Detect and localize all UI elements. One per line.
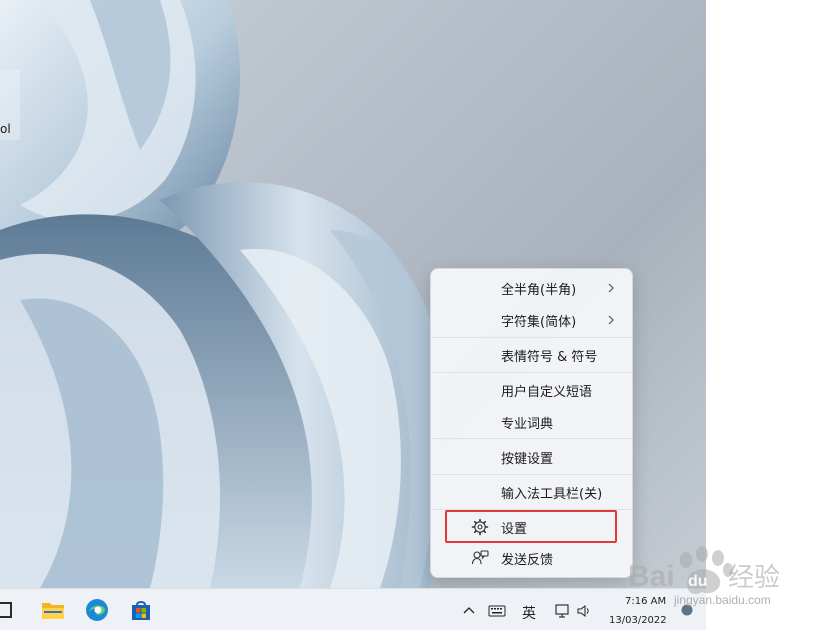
- menu-item-label: 用户自定义短语: [501, 384, 593, 400]
- menu-item-fullwidth[interactable]: 全半角(半角): [431, 273, 632, 303]
- task-view-icon[interactable]: [0, 599, 16, 621]
- menu-item-key-settings[interactable]: 按键设置: [431, 442, 632, 472]
- menu-separator: [431, 438, 632, 439]
- baidu-jingyan-watermark-logo: Bai du 经验: [628, 546, 780, 594]
- menu-item-label: 输入法工具栏(关): [501, 486, 603, 502]
- chevron-right-icon: [608, 315, 614, 325]
- svg-text:du: du: [688, 573, 708, 590]
- edge-browser-icon[interactable]: [84, 597, 110, 623]
- svg-text:经验: 经验: [728, 563, 780, 593]
- network-icon[interactable]: [554, 603, 572, 619]
- file-explorer-icon[interactable]: [40, 597, 66, 623]
- ime-mode-indicator[interactable]: 英: [522, 603, 536, 623]
- highlight-box: [445, 510, 617, 543]
- microsoft-store-icon[interactable]: [128, 597, 154, 623]
- taskbar: 英 7:16 AM 13/03/2022: [0, 588, 706, 630]
- feedback-icon: [471, 550, 489, 565]
- menu-separator: [431, 474, 632, 475]
- menu-item-feedback[interactable]: 发送反馈: [431, 543, 632, 573]
- desktop: ol 全半角(半角) 字符集(简体) 表情符号 & 符号 用户自定义短语 专业词…: [0, 0, 706, 630]
- menu-item-label: 专业词典: [501, 416, 554, 432]
- menu-item-dictionary[interactable]: 专业词典: [431, 407, 632, 437]
- menu-item-label: 按键设置: [501, 451, 554, 467]
- menu-separator: [431, 337, 632, 338]
- chevron-up-icon[interactable]: [462, 605, 476, 615]
- menu-item-emoji-symbols[interactable]: 表情符号 & 符号: [431, 340, 632, 370]
- desktop-shortcut-label: ol: [0, 122, 11, 136]
- menu-separator: [431, 372, 632, 373]
- svg-text:Bai: Bai: [628, 560, 675, 593]
- page-margin: [706, 0, 819, 630]
- keyboard-icon[interactable]: [488, 605, 506, 617]
- menu-item-label: 全半角(半角): [501, 282, 577, 298]
- menu-item-label: 字符集(简体): [501, 314, 577, 330]
- menu-item-user-phrases[interactable]: 用户自定义短语: [431, 375, 632, 405]
- speaker-icon[interactable]: [576, 603, 592, 619]
- menu-item-label: 发送反馈: [501, 552, 554, 568]
- menu-item-charset[interactable]: 字符集(简体): [431, 305, 632, 335]
- watermark-url: jingyan.baidu.com: [674, 593, 771, 607]
- menu-item-label: 表情符号 & 符号: [501, 349, 598, 365]
- chevron-right-icon: [608, 283, 614, 293]
- menu-item-ime-toolbar[interactable]: 输入法工具栏(关): [431, 477, 632, 507]
